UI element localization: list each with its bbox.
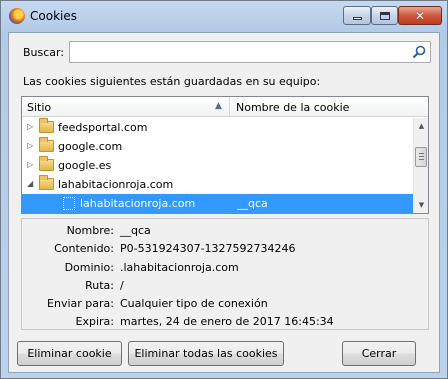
firefox-icon <box>9 8 25 24</box>
tree-row-expanded[interactable]: ◢ lahabitacionroja.com <box>22 175 414 194</box>
scroll-thumb[interactable] <box>415 147 427 167</box>
detail-value-domain: .lahabitacionroja.com <box>120 261 239 274</box>
detail-label-content: Contenido: <box>54 242 114 255</box>
close-button[interactable]: Cerrar <box>342 341 416 366</box>
folder-icon <box>39 118 54 133</box>
cookie-tree[interactable]: Sitio ▲ Nombre de la cookie ▷ feedsporta… <box>21 96 429 214</box>
detail-label-name: Nombre: <box>66 224 114 237</box>
detail-value-send-for: Cualquier tipo de conexión <box>120 297 268 310</box>
grip-line <box>419 159 424 160</box>
expand-icon[interactable]: ▷ <box>27 160 36 169</box>
folder-icon <box>39 156 54 171</box>
detail-label-send-for: Enviar para: <box>47 297 114 310</box>
cookie-details-panel: Nombre: __qca Contenido: P0-531924307-13… <box>21 218 429 330</box>
expand-icon[interactable]: ▷ <box>27 141 36 150</box>
sort-ascending-icon: ▲ <box>215 101 222 111</box>
maximize-icon <box>379 11 390 20</box>
site-label: google.com <box>58 140 123 153</box>
tree-row-selected-cookie[interactable]: lahabitacionroja.com __qca <box>22 194 414 213</box>
column-header-site[interactable]: Sitio ▲ <box>22 97 230 117</box>
delete-all-cookies-button[interactable]: Eliminar todas las cookies <box>128 341 284 366</box>
cookie-icon <box>63 197 75 210</box>
scroll-down-icon[interactable]: ▼ <box>414 197 429 213</box>
search-icon[interactable] <box>412 45 426 59</box>
column-site-label: Sitio <box>27 101 52 114</box>
open-folder-icon <box>39 175 54 190</box>
scroll-up-icon[interactable]: ▲ <box>414 118 429 134</box>
folder-icon <box>39 137 54 152</box>
expand-icon[interactable]: ▷ <box>27 122 36 131</box>
detail-value-expires: martes, 24 de enero de 2017 16:45:34 <box>120 315 334 328</box>
detail-label-expires: Expira: <box>75 315 114 328</box>
dialog-body: Buscar: Las cookies siguientes están gua… <box>8 32 440 373</box>
tree-header: Sitio ▲ Nombre de la cookie <box>22 97 428 117</box>
search-label: Buscar: <box>23 46 65 59</box>
search-input[interactable] <box>69 41 431 63</box>
detail-label-domain: Dominio: <box>64 261 114 274</box>
close-window-button[interactable]: ✕ <box>398 6 442 25</box>
detail-label-path: Ruta: <box>85 279 114 292</box>
window-title: Cookies <box>30 9 77 23</box>
cookie-site-label: lahabitacionroja.com <box>80 197 196 210</box>
column-header-cookie-name[interactable]: Nombre de la cookie <box>236 101 349 114</box>
tree-row[interactable]: ▷ google.es <box>22 156 414 175</box>
site-label: lahabitacionroja.com <box>58 178 174 191</box>
detail-value-name: __qca <box>120 224 151 237</box>
maximize-button[interactable] <box>371 6 398 25</box>
site-label: google.es <box>58 159 112 172</box>
minimize-button[interactable] <box>343 6 371 25</box>
minimize-icon <box>352 17 362 20</box>
delete-cookie-button[interactable]: Eliminar cookie <box>17 341 122 366</box>
detail-value-path: / <box>120 279 124 292</box>
cookies-window: Cookies ✕ Buscar: Las cookies siguientes… <box>0 0 448 379</box>
grip-line <box>419 156 424 157</box>
vertical-scrollbar[interactable]: ▲ ▼ <box>413 118 428 213</box>
close-icon: ✕ <box>414 8 426 23</box>
intro-text: Las cookies siguientes están guardadas e… <box>23 75 321 88</box>
grip-line <box>419 153 424 154</box>
detail-value-content: P0-531924307-1327592734246 <box>120 242 296 255</box>
site-label: feedsportal.com <box>58 121 148 134</box>
collapse-icon[interactable]: ◢ <box>27 179 36 188</box>
title-bar: Cookies ✕ <box>1 1 447 31</box>
tree-row[interactable]: ▷ google.com <box>22 137 414 156</box>
tree-row[interactable]: ▷ feedsportal.com <box>22 118 414 137</box>
cookie-name-label: __qca <box>237 197 268 210</box>
